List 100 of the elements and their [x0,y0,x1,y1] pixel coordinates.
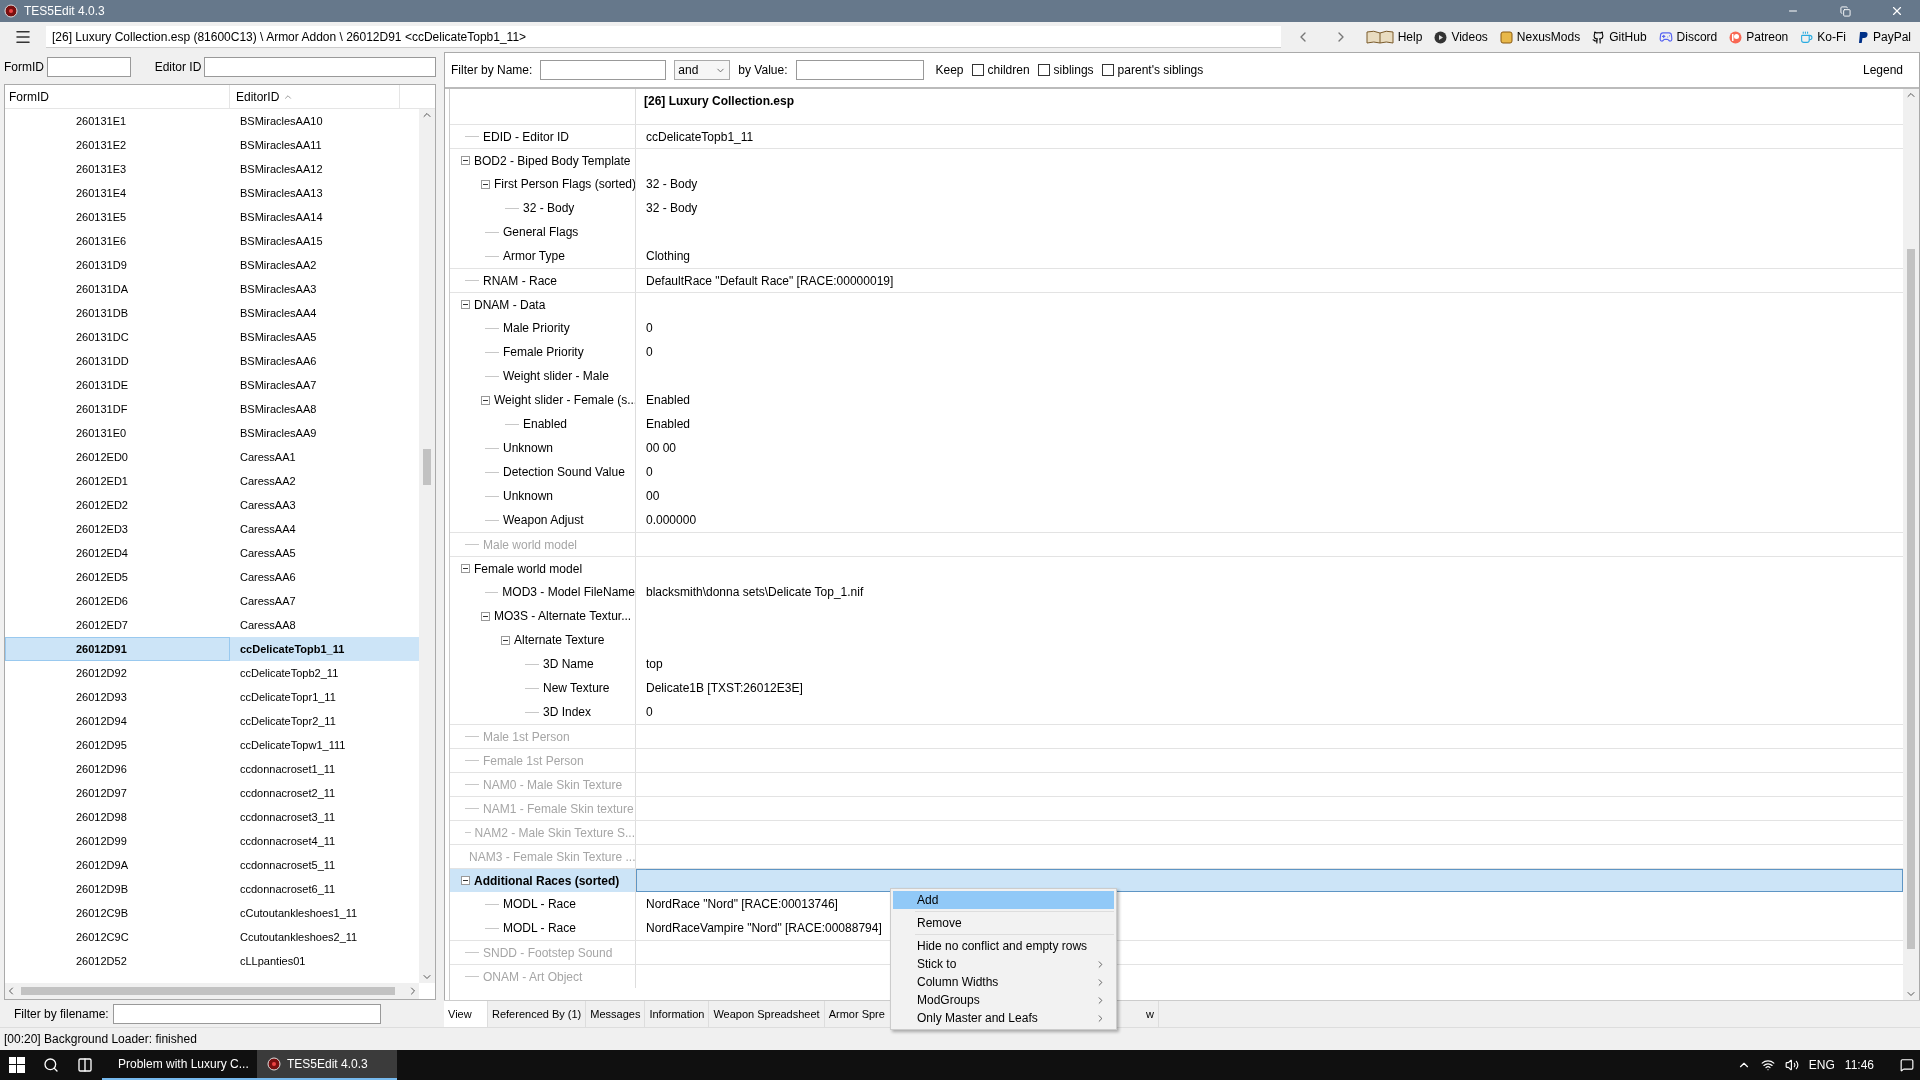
record-row[interactable]: RNAM - Race DefaultRace "Default Race" [RACE:00000019] [450,268,1903,292]
record-list-row[interactable]: 260131E5 BSMiraclesAA14 [5,205,419,229]
toolbar-link[interactable]: Ko-Fi [1797,30,1849,44]
record-row[interactable]: First Person Flags (sorted) 32 - Body [450,172,1903,196]
scrollbar[interactable] [1903,89,1919,1000]
record-list-row[interactable]: 26012ED5 CaressAA6 [5,565,419,589]
scrollbar-thumb[interactable] [1907,249,1915,949]
record-row[interactable]: Female world model [450,556,1903,580]
restore-icon[interactable] [1839,5,1851,17]
record-row[interactable]: Additional Races (sorted) [450,868,1903,892]
record-list-row[interactable]: 26012ED2 CaressAA3 [5,493,419,517]
record-list-row[interactable]: 260131DC BSMiraclesAA5 [5,325,419,349]
notification-icon[interactable] [1900,1058,1914,1072]
filter-name-field[interactable] [540,60,667,80]
filter-value-field[interactable] [795,60,924,80]
record-row[interactable]: Male Priority 0 [450,316,1903,340]
volume-icon[interactable] [1784,1058,1799,1072]
operator-dropdown[interactable]: and [674,60,731,80]
toolbar-link[interactable]: PayPal [1854,30,1914,44]
task-view-icon[interactable] [77,1057,93,1073]
record-row[interactable]: Weight slider - Male [450,364,1903,388]
record-row[interactable]: 3D Name top [450,652,1903,676]
toolbar-link[interactable]: Patreon [1726,30,1792,44]
formid-field[interactable] [47,57,131,77]
collapse-icon[interactable] [481,611,490,621]
toolbar-link[interactable]: GitHub [1589,30,1650,44]
collapse-icon[interactable] [461,564,470,573]
menu-item[interactable]: Remove [893,914,1114,932]
record-row[interactable]: Armor Type Clothing [450,244,1903,268]
editorid-field[interactable] [204,57,436,77]
search-icon[interactable] [43,1057,59,1073]
record-row[interactable]: DNAM - Data [450,292,1903,316]
column-header[interactable]: FormID [5,85,230,108]
record-list-row[interactable]: 26012D93 ccDelicateTopr1_11 [5,685,419,709]
record-list-row[interactable]: 26012D96 ccdonnacroset1_11 [5,757,419,781]
record-list-row[interactable]: 26012ED0 CaressAA1 [5,445,419,469]
taskbar-app[interactable]: TES5Edit 4.0.3 [257,1050,397,1080]
keep-checkbox[interactable]: parent's siblings [1101,63,1204,77]
scrollbar-thumb[interactable] [21,987,395,995]
record-list-row[interactable]: 260131E1 BSMiraclesAA10 [5,109,419,133]
record-row[interactable]: Alternate Texture [450,628,1903,652]
record-list-row[interactable]: 26012D95 ccDelicateTopw1_111 [5,733,419,757]
scrollbar[interactable] [419,109,435,983]
record-list-row[interactable]: 26012D99 ccdonnacroset4_11 [5,829,419,853]
record-row[interactable]: 3D Index 0 [450,700,1903,724]
record-list-row[interactable]: 26012D52 cLLpanties01 [5,949,419,973]
record-row[interactable]: New Texture Delicate1B [TXST:26012E3E] [450,676,1903,700]
record-row[interactable]: Weapon Adjust 0.000000 [450,508,1903,532]
record-row[interactable]: General Flags [450,220,1903,244]
record-list-row[interactable]: 26012C9B cCutoutankleshoes1_11 [5,901,419,925]
clock[interactable]: 11:46 [1844,1058,1874,1072]
record-list-row[interactable]: 260131DF BSMiraclesAA8 [5,397,419,421]
record-row[interactable]: Unknown 00 00 [450,436,1903,460]
network-icon[interactable] [1760,1058,1775,1072]
collapse-icon[interactable] [461,156,470,165]
record-list-row[interactable]: 260131DE BSMiraclesAA7 [5,373,419,397]
scrollbar-thumb[interactable] [423,449,431,485]
record-list-row[interactable]: 260131D9 BSMiraclesAA2 [5,253,419,277]
filename-filter-field[interactable] [112,1003,381,1024]
column-header[interactable]: EditorID [230,85,400,108]
record-list-row[interactable]: 260131E2 BSMiraclesAA11 [5,133,419,157]
menu-icon[interactable] [14,28,32,46]
legend-button[interactable]: Legend [1852,59,1913,81]
record-row[interactable]: Unknown 00 [450,484,1903,508]
record-list-row[interactable]: 26012D98 ccdonnacroset3_11 [5,805,419,829]
record-list-row[interactable]: 26012ED7 CaressAA8 [5,613,419,637]
record-list-row[interactable]: 260131E4 BSMiraclesAA13 [5,181,419,205]
collapse-icon[interactable] [501,635,510,645]
language-indicator[interactable]: ENG [1808,1058,1835,1072]
collapse-icon[interactable] [481,395,490,405]
record-list-row[interactable]: 260131E3 BSMiraclesAA12 [5,157,419,181]
record-row[interactable]: Female Priority 0 [450,340,1903,364]
toolbar-link[interactable]: Discord [1655,30,1721,44]
record-row[interactable]: MOD3 - Model FileName blacksmith\donna sets\Delicate Top_1.nif [450,580,1903,604]
view-tab[interactable]: View [444,1001,488,1027]
toolbar-link[interactable]: Help [1362,30,1426,44]
record-list-row[interactable]: 26012D9A ccdonnacroset5_11 [5,853,419,877]
menu-item[interactable]: Add [893,891,1114,909]
record-row[interactable]: Enabled Enabled [450,412,1903,436]
record-list-row[interactable]: 26012ED1 CaressAA2 [5,469,419,493]
horizontal-scrollbar[interactable] [5,983,419,999]
toolbar-link[interactable]: Videos [1431,30,1491,44]
record-list-row[interactable]: 26012ED4 CaressAA5 [5,541,419,565]
keep-checkbox[interactable]: children [971,63,1030,77]
collapse-icon[interactable] [461,876,470,885]
record-list-row[interactable]: 26012D94 ccDelicateTopr2_11 [5,709,419,733]
record-list-row[interactable]: 26012D92 ccDelicateTopb2_11 [5,661,419,685]
close-icon[interactable] [1890,4,1904,18]
record-list-row[interactable]: 26012ED6 CaressAA7 [5,589,419,613]
record-list-row[interactable]: 260131E0 BSMiraclesAA9 [5,421,419,445]
record-row[interactable]: 32 - Body 32 - Body [450,196,1903,220]
record-row[interactable]: EDID - Editor ID ccDelicateTopb1_11 [450,124,1903,148]
path-field[interactable]: [26] Luxury Collection.esp (81600C13) \ Armor Addon \ 26012D91 <ccDelicateTopb1_11> [46,26,1281,48]
record-list-row[interactable]: 260131E6 BSMiraclesAA15 [5,229,419,253]
record-list-row[interactable]: 26012C9C Ccutoutankleshoes2_11 [5,925,419,949]
record-row[interactable]: BOD2 - Biped Body Template [450,148,1903,172]
record-list-row[interactable]: 26012ED3 CaressAA4 [5,517,419,541]
record-list-row[interactable]: 26012D97 ccdonnacroset2_11 [5,781,419,805]
record-list-row[interactable]: 260131DB BSMiraclesAA4 [5,301,419,325]
menu-item[interactable]: Hide no conflict and empty rows [893,937,1114,955]
